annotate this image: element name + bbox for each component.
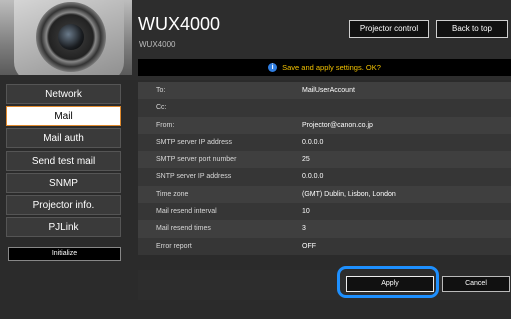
row-value: OFF xyxy=(302,242,316,250)
row-label: SMTP server IP address xyxy=(156,138,232,146)
row-label: Mail resend interval xyxy=(156,208,217,216)
sidebar-item-send-test-mail[interactable]: Send test mail xyxy=(6,150,121,171)
projector-control-button[interactable]: Projector control xyxy=(349,20,429,38)
info-icon: i xyxy=(268,62,278,72)
row-label: Cc: xyxy=(156,104,167,112)
mail-settings-table: To: MailUserAccount Cc: From: Projector@ca… xyxy=(138,82,511,255)
sidebar-item-mail[interactable]: Mail xyxy=(6,106,121,127)
row-label: Mail resend times xyxy=(156,225,211,233)
row-label: SMTP server port number xyxy=(156,156,237,164)
table-row: From: Projector@canon.co.jp xyxy=(138,116,511,134)
sidebar-item-snmp[interactable]: SNMP xyxy=(6,172,121,193)
back-to-top-button[interactable]: Back to top xyxy=(436,20,508,38)
confirmation-message: i Save and apply settings. OK? xyxy=(138,59,511,76)
row-value: 10 xyxy=(302,208,310,216)
table-row: SMTP server port number 25 xyxy=(138,151,511,169)
row-label: SNTP server IP address xyxy=(156,173,232,181)
apply-button[interactable]: Apply xyxy=(346,276,434,292)
row-value: MailUserAccount xyxy=(302,87,355,94)
table-row: SMTP server IP address 0.0.0.0 xyxy=(138,133,511,152)
table-row: Mail resend interval 10 xyxy=(138,203,511,221)
row-value: (GMT) Dublin, Lisbon, London xyxy=(302,190,396,198)
projector-image xyxy=(0,0,132,75)
model-subtitle: WUX4000 xyxy=(139,40,176,49)
row-label: To: xyxy=(156,87,166,94)
message-text: Save and apply settings. OK? xyxy=(282,63,381,72)
row-value: 3 xyxy=(302,225,306,233)
sidebar: Network Mail Mail auth Send test mail SN… xyxy=(6,84,121,239)
table-row: SNTP server IP address 0.0.0.0 xyxy=(138,168,511,186)
table-row: To: MailUserAccount xyxy=(138,82,511,100)
table-row: Mail resend times 3 xyxy=(138,220,511,238)
row-value: 25 xyxy=(302,156,310,164)
page-title: WUX4000 xyxy=(138,14,221,34)
row-value: 0.0.0.0 xyxy=(302,138,324,146)
initialize-button[interactable]: Initialize xyxy=(8,247,121,261)
sidebar-item-projector-info[interactable]: Projector info. xyxy=(6,194,121,215)
cancel-button[interactable]: Cancel xyxy=(442,276,510,292)
table-row: Cc: xyxy=(138,99,511,117)
table-row: Error report OFF xyxy=(138,237,511,255)
row-label: From: xyxy=(156,121,175,129)
sidebar-item-network[interactable]: Network xyxy=(6,84,121,104)
row-value: Projector@canon.co.jp xyxy=(302,121,373,129)
table-row: Time zone (GMT) Dublin, Lisbon, London xyxy=(138,185,511,204)
row-label: Time zone xyxy=(156,190,189,198)
sidebar-item-mail-auth[interactable]: Mail auth xyxy=(6,128,121,149)
sidebar-item-pjlink[interactable]: PJLink xyxy=(6,217,121,238)
row-label: Error report xyxy=(156,242,192,250)
row-value: 0.0.0.0 xyxy=(302,173,324,181)
